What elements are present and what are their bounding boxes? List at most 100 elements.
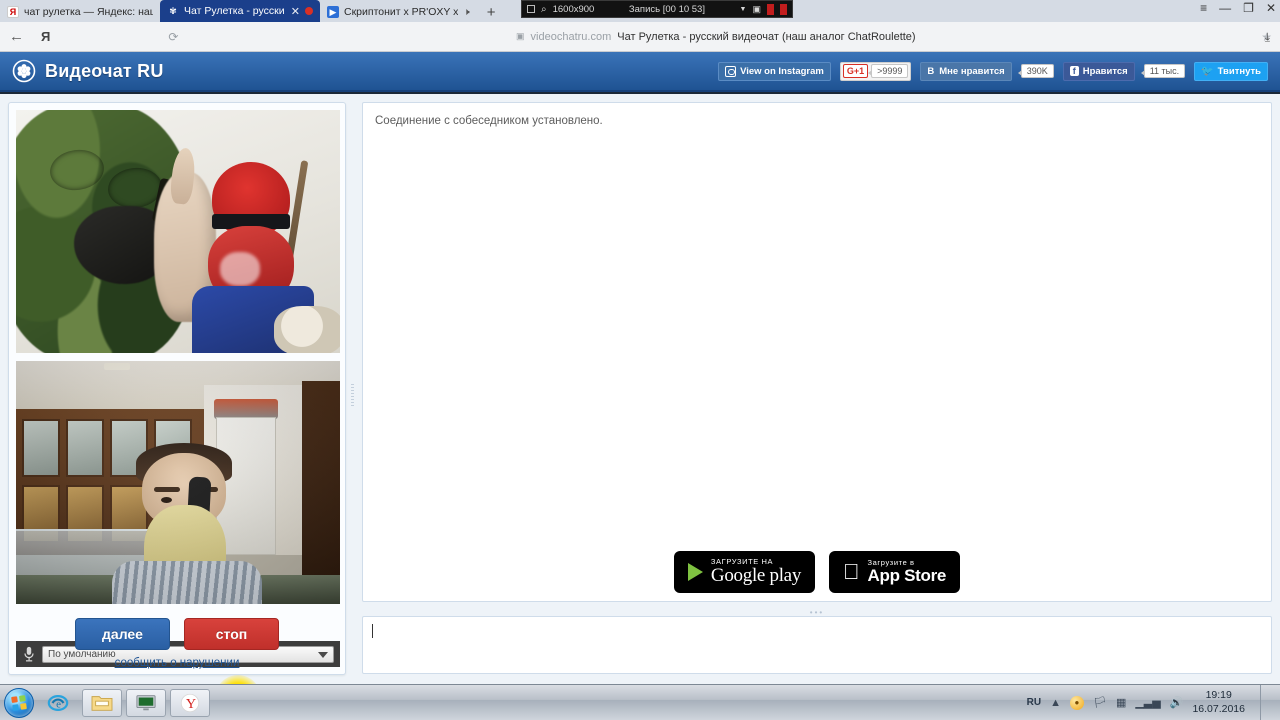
- lock-icon: ▣: [516, 31, 525, 41]
- browser-tab-1-label: чат рулетка — Яндекс: наш: [24, 6, 153, 18]
- window-controls: ≡ — ❐ ✕: [1200, 2, 1276, 14]
- videochat-flower-logo: [12, 59, 36, 83]
- pause-record-icon[interactable]: [767, 3, 774, 15]
- app-store-badge[interactable]:  Загрузите в App Store: [829, 551, 961, 593]
- browser-tab-3-label: Скриптонит x PR'OXY x: [344, 6, 459, 18]
- splitter-grip: [351, 384, 354, 406]
- tray-app-icon[interactable]: ●: [1069, 695, 1084, 710]
- twitter-share-button[interactable]: 🐦 Твитнуть: [1194, 61, 1268, 81]
- instagram-label: View on Instagram: [740, 65, 824, 77]
- instagram-button[interactable]: View on Instagram: [718, 61, 831, 81]
- vk-like-button[interactable]: В Мне нравится: [920, 61, 1012, 81]
- windows-flag-icon: [11, 694, 27, 711]
- taskbar-screen-recorder[interactable]: [126, 688, 166, 717]
- download-icon[interactable]: ⤓: [1265, 30, 1270, 45]
- clock-date: 16.07.2016: [1192, 702, 1245, 715]
- google-plus-icon: G+1: [842, 64, 869, 78]
- vk-like-count: 390K: [1017, 64, 1054, 78]
- address-host: videochatru.com: [530, 30, 612, 43]
- facebook-like-count: 11 тыс.: [1140, 64, 1186, 78]
- screen-recorder-bar[interactable]: ⌕ 1600x900 Запись [00 10 53] ▼ ▣: [521, 0, 793, 18]
- show-desktop-button[interactable]: [1260, 684, 1270, 720]
- back-button[interactable]: ←: [0, 28, 33, 45]
- folder-icon: [91, 695, 113, 711]
- remote-rubble: [274, 306, 340, 353]
- chat-system-message: Соединение с собеседником установлено.: [375, 115, 603, 127]
- local-video-vignette: [16, 361, 340, 604]
- vk-like-label: Мне нравится: [939, 65, 1005, 77]
- call-controls: далее стоп: [9, 618, 345, 650]
- stop-record-icon[interactable]: [780, 3, 787, 15]
- recorder-status: Запись [00 10 53]: [628, 3, 705, 15]
- address-bar[interactable]: ▣ videochatru.com Чат Рулетка - русский …: [178, 26, 1253, 48]
- mute-icon[interactable]: 🕨: [463, 7, 469, 18]
- volume-icon[interactable]: 🔊: [1170, 696, 1184, 709]
- clock[interactable]: 19:19 16.07.2016: [1192, 689, 1245, 715]
- close-icon[interactable]: ✕: [291, 5, 300, 18]
- app-store-text: Загрузите в App Store: [868, 559, 947, 585]
- local-video: [16, 361, 340, 604]
- yandex-icon: Я: [7, 6, 19, 18]
- svg-text:Y: Y: [186, 696, 196, 712]
- magnifier-icon[interactable]: ⌕: [541, 4, 547, 15]
- panel-splitter[interactable]: [348, 102, 358, 675]
- report-abuse-link[interactable]: сообщить о нарушении: [9, 657, 345, 669]
- language-indicator[interactable]: RU: [1027, 697, 1041, 708]
- browser-tab-2-label: Чат Рулетка - русски: [184, 5, 284, 17]
- stop-button[interactable]: стоп: [184, 618, 279, 650]
- google-play-badge[interactable]: ЗАГРУЗИТЕ НА Google play: [673, 551, 816, 593]
- clock-time: 19:19: [1205, 689, 1232, 702]
- show-hidden-icons-button[interactable]: ▲: [1050, 697, 1061, 709]
- svg-text:e: e: [56, 698, 61, 710]
- google-plus-count: >9999: [868, 64, 909, 78]
- next-button[interactable]: далее: [75, 618, 170, 650]
- taskbar: e Y RU ▲ ● 🏳 ▦ ▁▃▅ 🔊 19:19 16.07.2016: [0, 684, 1280, 720]
- record-indicator-icon: [305, 7, 313, 15]
- yandex-icon: Y: [180, 693, 200, 712]
- youtube-icon: ▶: [327, 6, 339, 18]
- screen: Я чат рулетка — Яндекс: наш ✾ Чат Рулетк…: [0, 0, 1280, 720]
- remote-video: [16, 110, 340, 353]
- camera-icon[interactable]: ▣: [752, 4, 761, 15]
- taskbar-internet-explorer[interactable]: e: [38, 689, 78, 717]
- twitter-label: Твитнуть: [1217, 65, 1261, 77]
- taskbar-yandex-browser[interactable]: Y: [170, 688, 210, 717]
- minimize-button[interactable]: —: [1219, 2, 1231, 14]
- new-tab-button[interactable]: +: [477, 4, 506, 22]
- site-header: Видеочат RU View on Instagram G+1 >9999 …: [0, 52, 1280, 92]
- window-icon[interactable]: [527, 5, 535, 13]
- browser-menu-icon[interactable]: ≡: [1200, 2, 1207, 14]
- browser-tab-1[interactable]: Я чат рулетка — Яндекс: наш: [0, 2, 160, 22]
- reload-button[interactable]: ⟳: [168, 30, 178, 44]
- instagram-icon: [725, 65, 737, 77]
- chevron-down-icon[interactable]: ▼: [740, 6, 747, 13]
- close-button[interactable]: ✕: [1266, 2, 1276, 14]
- twitter-icon: 🐦: [1201, 65, 1214, 77]
- yandex-home-icon[interactable]: Я: [33, 29, 58, 44]
- remote-person2-mask-pattern: [220, 252, 260, 286]
- action-center-icon[interactable]: ▦: [1116, 696, 1126, 709]
- monitor-icon: [136, 694, 156, 710]
- ie-icon: e: [47, 694, 69, 711]
- taskbar-explorer[interactable]: [82, 688, 122, 717]
- app-store-big: App Store: [859, 566, 947, 586]
- network-flag-icon[interactable]: 🏳: [1093, 696, 1107, 709]
- page-body: По умолчанию далее стоп сообщить о наруш…: [0, 94, 1280, 720]
- browser-tab-3[interactable]: ▶ Скриптонит x PR'OXY x 🕨: [320, 2, 477, 22]
- google-play-icon: [687, 563, 703, 581]
- signal-icon[interactable]: ▁▃▅: [1135, 696, 1160, 709]
- restore-button[interactable]: ❐: [1243, 2, 1254, 14]
- google-plus-button[interactable]: G+1 >9999: [839, 61, 912, 81]
- social-buttons: View on Instagram G+1 >9999 В Мне нравит…: [718, 61, 1268, 81]
- video-panel: По умолчанию далее стоп сообщить о наруш…: [8, 102, 346, 720]
- message-input[interactable]: [362, 616, 1272, 674]
- local-video-scene: [16, 361, 340, 604]
- vk-icon: В: [927, 65, 935, 77]
- facebook-like-button[interactable]: f Нравится: [1062, 61, 1135, 81]
- start-orb[interactable]: [4, 687, 34, 718]
- facebook-icon: f: [1069, 66, 1079, 76]
- browser-toolbar: ← Я ⟳ ▣ videochatru.com Чат Рулетка - ру…: [0, 22, 1280, 52]
- browser-tab-2[interactable]: ✾ Чат Рулетка - русски ✕: [160, 0, 320, 22]
- system-tray: RU ▲ ● 🏳 ▦ ▁▃▅ 🔊 19:19 16.07.2016: [1027, 684, 1280, 720]
- brand[interactable]: Видеочат RU: [12, 59, 164, 83]
